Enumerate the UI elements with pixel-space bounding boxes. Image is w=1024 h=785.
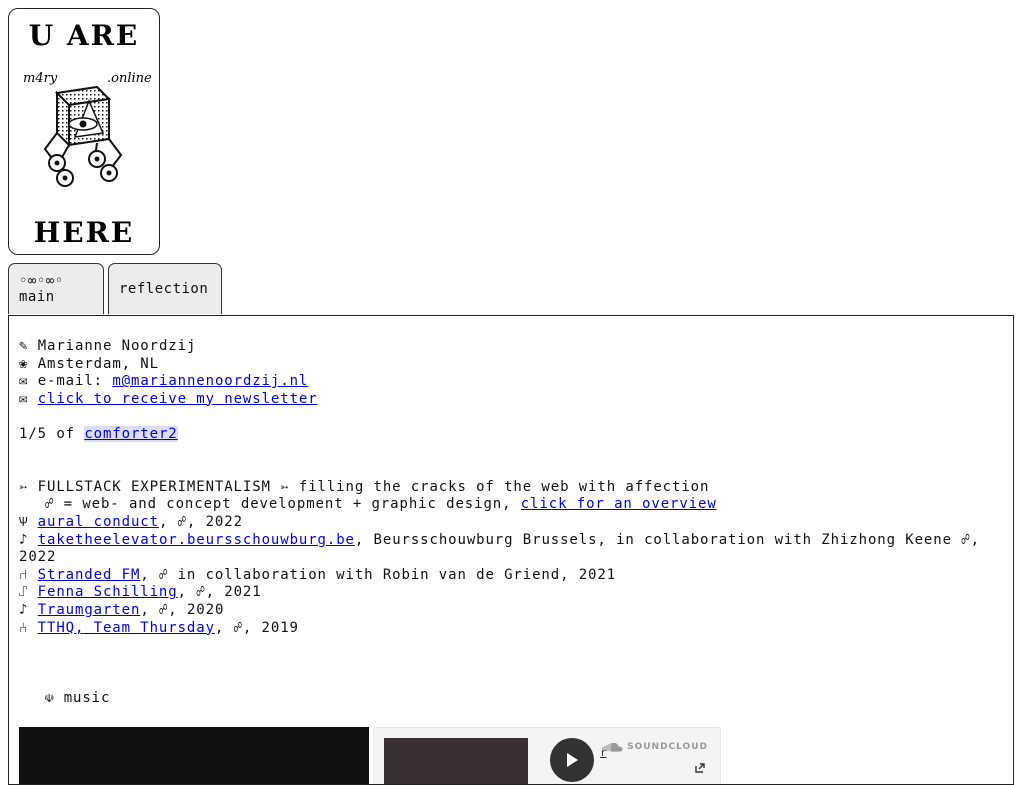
tab-bar: ◦∞◦∞◦ main reflection: [8, 263, 222, 316]
project-link-traumgarten[interactable]: Traumgarten: [38, 602, 141, 618]
project-link-taketheelevator[interactable]: taketheelevator.beursschouwburg.be: [38, 532, 355, 548]
contact-email-row: ✉ e-mail: m@mariannenoordzij.nl: [19, 373, 1003, 391]
music-heading: ☫ music: [19, 690, 1003, 708]
tab-reflection[interactable]: reflection: [108, 263, 222, 314]
email-link[interactable]: m@mariannenoordzij.nl: [112, 373, 308, 389]
logo-illustration: U ARE m4ry .online HERE: [23, 19, 152, 249]
envelope-icon: ✉: [19, 390, 29, 407]
eye-pupil-icon: [79, 120, 87, 128]
project-icon: ⑀: [19, 584, 29, 601]
project-details: , ☍ in collaboration with Robin van de G…: [140, 566, 617, 583]
intro-headline: ➳ FULLSTACK EXPERIMENTALISM ➳ filling th…: [19, 478, 710, 495]
project-row: Ѱ aural conduct, ☍, 2022: [19, 514, 1003, 532]
project-details: , ☍, 2022: [158, 513, 243, 530]
project-row: ♪ Traumgarten, ☍, 2020: [19, 602, 1003, 620]
logo-bottom-text: HERE: [34, 216, 134, 249]
wheels-icon: [48, 150, 118, 187]
soundcloud-cloud-icon: [602, 742, 623, 752]
play-button[interactable]: [550, 738, 594, 782]
contact-location: Amsterdam, NL: [37, 355, 159, 372]
music-label: music: [63, 689, 111, 706]
envelope-icon: ✉: [19, 373, 29, 390]
media-embeds: r SOUNDCLOUD: [19, 727, 721, 784]
logo-top-text: U ARE: [29, 19, 140, 52]
contact-name-row: ✎ Marianne Noordzij: [19, 338, 1003, 356]
slideshow-link[interactable]: comforter2: [84, 425, 178, 442]
newsletter-row: ✉ click to receive my newsletter: [19, 391, 1003, 409]
legend-row: ☍ = web- and concept development + graph…: [19, 496, 1003, 514]
share-icon[interactable]: [694, 762, 706, 777]
project-row: ♪ taketheelevator.beursschouwburg.be, Be…: [19, 532, 1003, 567]
project-row: ⑃ TTHQ, Team Thursday, ☍, 2019: [19, 620, 1003, 638]
play-icon: [567, 753, 578, 767]
track-artwork: [384, 738, 528, 784]
logo-card[interactable]: U ARE m4ry .online HERE: [8, 8, 160, 255]
main-content-panel: ✎ Marianne Noordzij ❀ Amsterdam, NL ✉ e-…: [8, 315, 1014, 785]
slideshow-counter: 1/5 of: [19, 425, 75, 442]
project-link-tthq[interactable]: TTHQ, Team Thursday: [38, 620, 215, 636]
soundcloud-embed[interactable]: r SOUNDCLOUD: [373, 727, 721, 784]
project-icon: ♪: [19, 531, 29, 548]
flower-icon: ❀: [19, 355, 29, 372]
project-link-aural-conduct[interactable]: aural conduct: [38, 514, 159, 530]
project-icon: Ѱ: [19, 513, 29, 530]
project-details: , ☍, 2021: [177, 584, 262, 601]
project-icon: ♪: [19, 601, 29, 618]
email-label: e-mail:: [37, 373, 103, 390]
video-embed[interactable]: [19, 727, 369, 784]
overview-link[interactable]: click for an overview: [521, 496, 717, 512]
pencil-icon: ✎: [19, 338, 29, 354]
project-link-stranded-fm[interactable]: Stranded FM: [38, 567, 141, 583]
music-icon: ☫: [45, 689, 55, 706]
slideshow-row: 1/5 of comforter2: [19, 425, 1003, 444]
logo-right-label: .online: [107, 71, 152, 86]
project-details: , ☍, 2020: [140, 601, 225, 618]
project-icon: ⑃: [19, 619, 29, 636]
project-icon: ⑁: [19, 566, 29, 583]
contact-name: Marianne Noordzij: [37, 338, 197, 354]
contact-location-row: ❀ Amsterdam, NL: [19, 356, 1003, 374]
project-link-fenna-schilling[interactable]: Fenna Schilling: [38, 584, 178, 600]
logo-left-label: m4ry: [23, 71, 58, 86]
soundcloud-brand: SOUNDCLOUD: [627, 742, 708, 752]
newsletter-link[interactable]: click to receive my newsletter: [38, 391, 318, 407]
legend-text: ☍ = web- and concept development + graph…: [45, 496, 512, 513]
project-row: ⑀ Fenna Schilling, ☍, 2021: [19, 584, 1003, 602]
project-details: , ☍, 2019: [214, 619, 299, 636]
tab-main[interactable]: ◦∞◦∞◦ main: [8, 263, 104, 314]
project-row: ⑁ Stranded FM, ☍ in collaboration with R…: [19, 567, 1003, 585]
soundcloud-logo[interactable]: SOUNDCLOUD: [601, 742, 708, 752]
